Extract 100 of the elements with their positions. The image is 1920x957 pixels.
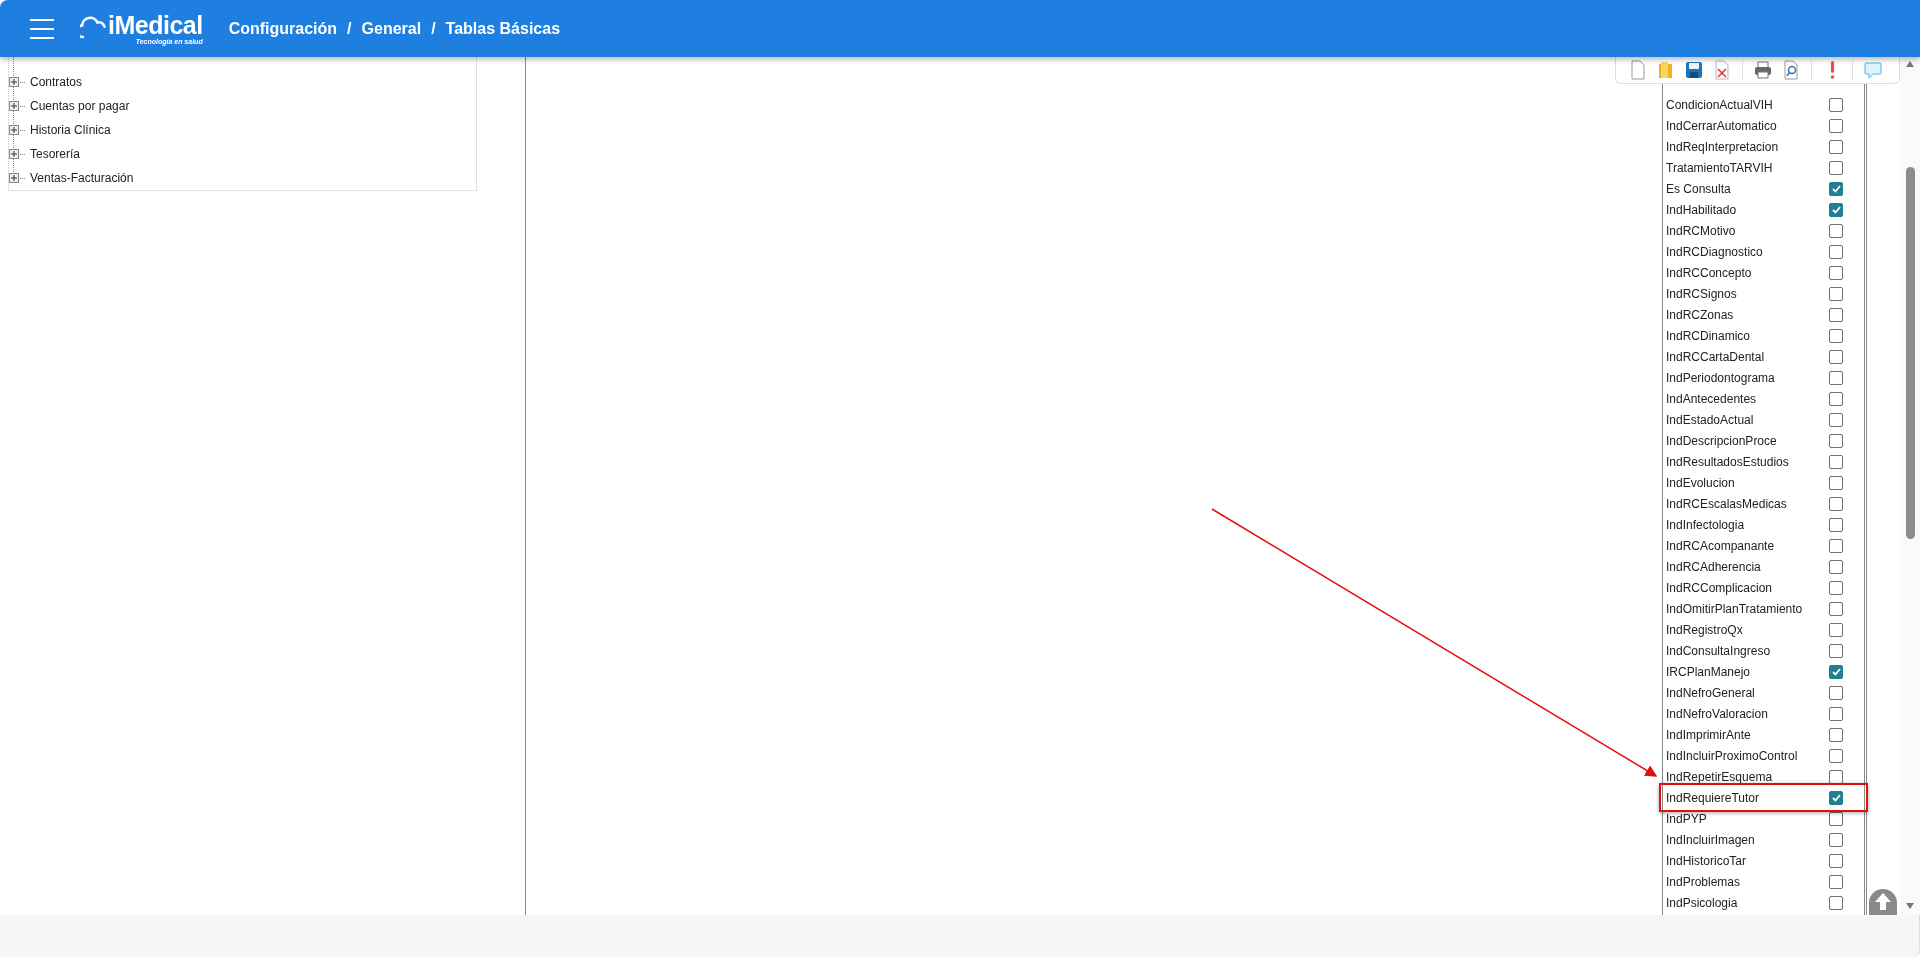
scroll-down-icon[interactable] xyxy=(1906,903,1914,909)
field-label: IndRCEscalasMedicas xyxy=(1666,496,1788,511)
preview-icon xyxy=(1782,60,1800,80)
expand-icon[interactable] xyxy=(9,125,19,135)
field-label: IndRequiereTutor xyxy=(1666,790,1760,805)
field-label: IndRCDinamico xyxy=(1666,328,1752,343)
field-label: IndRegistroQx xyxy=(1666,622,1744,637)
checkbox[interactable] xyxy=(1829,265,1843,280)
checkbox[interactable] xyxy=(1829,412,1843,427)
checkbox[interactable] xyxy=(1829,475,1843,490)
checkbox[interactable] xyxy=(1829,349,1843,364)
checkbox[interactable] xyxy=(1829,160,1843,175)
scroll-up-icon[interactable] xyxy=(1906,61,1914,67)
breadcrumb-item[interactable]: General xyxy=(361,19,422,38)
folder-icon xyxy=(1657,60,1675,80)
checkbox[interactable] xyxy=(1829,118,1843,133)
field-label: IndImprimirAnte xyxy=(1666,727,1752,742)
checkbox[interactable] xyxy=(1829,244,1843,259)
checkbox[interactable] xyxy=(1829,601,1843,616)
field-label: IndPsicologia xyxy=(1666,895,1739,910)
field-label: CondicionActualVIH xyxy=(1666,97,1774,112)
checkbox[interactable] xyxy=(1829,370,1843,385)
checkbox[interactable] xyxy=(1829,685,1843,700)
field-label: IndEstadoActual xyxy=(1666,412,1755,427)
checkbox[interactable] xyxy=(1829,832,1843,847)
checkbox[interactable] xyxy=(1829,307,1843,322)
field-label: IndNefroGeneral xyxy=(1666,685,1756,700)
breadcrumb-item[interactable]: Tablas Básicas xyxy=(445,19,561,38)
scrollbar[interactable] xyxy=(1900,57,1920,915)
checkbox[interactable] xyxy=(1829,328,1843,343)
field-label: IndRepetirEsquema xyxy=(1666,769,1774,784)
field-label: IndRCSignos xyxy=(1666,286,1738,301)
save-icon xyxy=(1685,60,1703,80)
scrollbar-thumb[interactable] xyxy=(1905,167,1915,539)
checkbox[interactable] xyxy=(1829,874,1843,889)
document-icon xyxy=(1629,60,1647,80)
checkbox[interactable] xyxy=(1829,286,1843,301)
field-label: IndOmitirPlanTratamiento xyxy=(1666,601,1804,616)
field-label: IndRCDiagnostico xyxy=(1666,244,1764,259)
checkbox[interactable] xyxy=(1829,769,1843,784)
checkbox[interactable] xyxy=(1829,622,1843,637)
checkbox[interactable] xyxy=(1829,664,1843,679)
checkbox[interactable] xyxy=(1829,853,1843,868)
field-label: IndRCMotivo xyxy=(1666,223,1737,238)
delete-icon xyxy=(1713,60,1731,80)
print-icon xyxy=(1754,60,1772,80)
checkbox[interactable] xyxy=(1829,391,1843,406)
up-arrow-icon xyxy=(1874,892,1892,910)
logo-name: iMedical xyxy=(108,11,203,38)
field-label: IndIncluirProximoControl xyxy=(1666,748,1799,763)
field-label: IndIncluirImagen xyxy=(1666,832,1756,847)
checkbox[interactable] xyxy=(1829,433,1843,448)
tree-item[interactable]: Historia Clínica xyxy=(30,123,111,137)
field-label: IndConsultaIngreso xyxy=(1666,643,1772,658)
field-label: IndReqInterpretacion xyxy=(1666,139,1780,154)
breadcrumb-separator: / xyxy=(431,19,436,38)
checkbox[interactable] xyxy=(1829,559,1843,574)
checkbox[interactable] xyxy=(1829,496,1843,511)
checkbox[interactable] xyxy=(1829,517,1843,532)
checkbox[interactable] xyxy=(1829,97,1843,112)
checkbox[interactable] xyxy=(1829,706,1843,721)
checkbox[interactable] xyxy=(1829,895,1843,910)
field-label: IndRCZonas xyxy=(1666,307,1735,322)
checkbox[interactable] xyxy=(1829,454,1843,469)
expand-icon[interactable] xyxy=(9,101,19,111)
checkbox[interactable] xyxy=(1829,790,1843,805)
field-label: IndEvolucion xyxy=(1666,475,1736,490)
checkbox[interactable] xyxy=(1829,643,1843,658)
field-label: IndRCAcompanante xyxy=(1666,538,1776,553)
checkbox[interactable] xyxy=(1829,181,1843,196)
tree-item[interactable]: Cuentas por pagar xyxy=(30,99,130,113)
expand-icon[interactable] xyxy=(9,173,19,183)
checkbox[interactable] xyxy=(1829,538,1843,553)
expand-icon[interactable] xyxy=(9,149,19,159)
breadcrumb-item[interactable]: Configuración xyxy=(228,19,338,38)
field-label: IndHabilitado xyxy=(1666,202,1738,217)
field-label: IRCPlanManejo xyxy=(1666,664,1752,679)
tree-item[interactable]: Ventas-Facturación xyxy=(30,171,134,185)
checkbox[interactable] xyxy=(1829,139,1843,154)
checkbox[interactable] xyxy=(1829,580,1843,595)
field-label: IndAntecedentes xyxy=(1666,391,1758,406)
tree-item[interactable]: Tesorería xyxy=(30,147,81,161)
checkbox[interactable] xyxy=(1829,748,1843,763)
comment-icon xyxy=(1864,60,1882,80)
checkbox[interactable] xyxy=(1829,727,1843,742)
field-label: IndHistoricoTar xyxy=(1666,853,1748,868)
scroll-top-button[interactable] xyxy=(1869,889,1897,915)
checkbox[interactable] xyxy=(1829,223,1843,238)
field-label: IndCerrarAutomatico xyxy=(1666,118,1778,133)
field-label: Es Consulta xyxy=(1666,181,1732,196)
tree-item[interactable]: Contratos xyxy=(30,75,83,89)
menu-button[interactable] xyxy=(30,18,54,39)
field-label: IndNefroValoracion xyxy=(1666,706,1769,721)
field-label: IndRCCartaDental xyxy=(1666,349,1766,364)
alert-icon xyxy=(1829,60,1835,80)
expand-icon[interactable] xyxy=(9,77,19,87)
field-label: IndPeriodontograma xyxy=(1666,370,1776,385)
field-label: IndResultadosEstudios xyxy=(1666,454,1790,469)
field-label: IndInfectologia xyxy=(1666,517,1746,532)
checkbox[interactable] xyxy=(1829,202,1843,217)
